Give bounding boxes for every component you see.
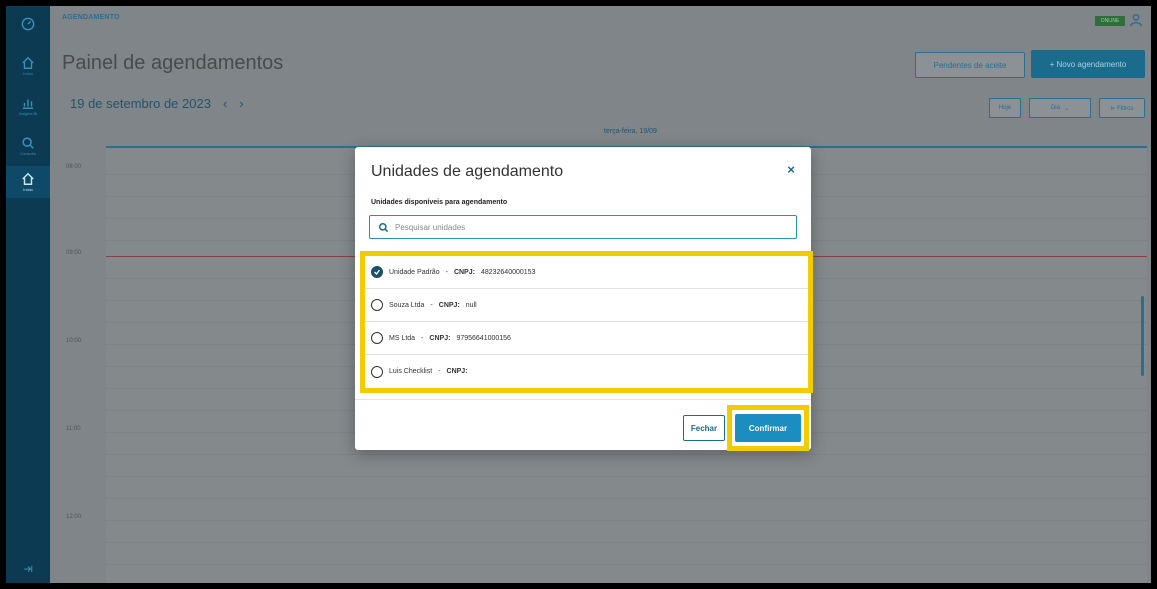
sidebar-item-insights[interactable]: Insights BI: [6, 90, 50, 122]
radio[interactable]: [371, 299, 383, 311]
check-icon: [374, 269, 381, 275]
fechar-button[interactable]: Fechar: [683, 415, 725, 441]
status-badge: ONLINE: [1095, 16, 1125, 26]
expand-sidebar-button[interactable]: [6, 561, 50, 577]
sidebar-item-label: Consulta: [20, 151, 36, 156]
user-icon[interactable]: [1129, 13, 1143, 27]
list-item[interactable]: Unidade Padrão - CNPJ: 48232640000153: [365, 256, 808, 289]
section-label: Unidades disponíveis para agendamento: [371, 199, 508, 206]
filtros-button[interactable]: ⊳ Filtros: [1099, 98, 1145, 118]
list-item[interactable]: Souza Ltda - CNPJ: null: [365, 289, 808, 322]
search-icon: [22, 137, 34, 149]
sidebar-item-label: Início: [23, 71, 33, 76]
unit-name: Unidade Padrão: [389, 268, 440, 276]
hour-label: 10:00: [66, 338, 82, 344]
expand-icon: [24, 565, 33, 573]
cnpj-value: null: [465, 301, 477, 309]
search-icon: [378, 222, 389, 232]
current-date: 19 de setembro de 2023: [70, 96, 211, 111]
cnpj-value: 97956641000156: [456, 334, 511, 342]
unit-separator: -: [430, 301, 433, 309]
novo-agendamento-button[interactable]: + Novo agendamento: [1031, 50, 1145, 78]
search-input[interactable]: [395, 222, 775, 232]
hour-label: 09:00: [66, 250, 82, 256]
gauge-icon: [21, 17, 35, 31]
sidebar-item-inicio-active[interactable]: Início: [6, 166, 50, 198]
list-item[interactable]: MS Ltda - CNPJ: 97956641000156: [365, 322, 808, 355]
cnpj-label: CNPJ:: [429, 334, 451, 342]
chart-icon: [22, 99, 34, 109]
home-icon: [22, 56, 34, 69]
unidades-modal: Unidades de agendamento × Unidades dispo…: [355, 147, 813, 451]
radio-checked[interactable]: [371, 266, 383, 278]
list-item[interactable]: Luis Checklist - CNPJ:: [365, 355, 808, 388]
radio[interactable]: [371, 332, 383, 344]
scrollbar[interactable]: [1141, 296, 1144, 376]
unit-name: MS Ltda: [389, 334, 416, 342]
sidebar-item-consulta[interactable]: Consulta: [6, 130, 50, 162]
pendentes-button[interactable]: Pendentes de aceite: [915, 52, 1025, 78]
sidebar-item-inicio[interactable]: Início: [6, 50, 50, 82]
unit-name: Luis Checklist: [389, 368, 433, 375]
unit-separator: -: [438, 368, 441, 375]
hoje-button[interactable]: Hoje: [989, 98, 1021, 118]
search-field[interactable]: [369, 215, 797, 239]
unit-name: Souza Ltda: [389, 301, 425, 309]
unit-separator: -: [421, 334, 424, 342]
sidebar-item-dashboard[interactable]: [6, 8, 50, 40]
divider: [355, 399, 811, 400]
view-select[interactable]: Dia ⌄: [1029, 98, 1091, 118]
radio[interactable]: [371, 365, 383, 378]
unit-list: Unidade Padrão - CNPJ: 48232640000153 So…: [365, 256, 808, 388]
day-header: terça-feira, 19/09: [604, 128, 657, 135]
unit-separator: -: [445, 268, 448, 276]
cnpj-value: 48232640000153: [480, 268, 536, 276]
hour-label: 11:00: [66, 426, 81, 432]
chevron-right-icon[interactable]: ›: [239, 96, 243, 111]
cnpj-label: CNPJ:: [446, 368, 468, 375]
breadcrumb: AGENDAMENTO: [62, 14, 120, 21]
close-icon[interactable]: ×: [783, 161, 799, 177]
sidebar-item-label: Insights BI: [18, 111, 38, 116]
cnpj-label: CNPJ:: [453, 268, 475, 276]
modal-title: Unidades de agendamento: [371, 163, 564, 180]
page-title: Painel de agendamentos: [62, 52, 284, 74]
home-icon: [22, 172, 34, 185]
chevron-down-icon: ⌄: [1063, 105, 1070, 112]
view-select-value: Dia: [1050, 105, 1060, 111]
date-navigator: 19 de setembro de 2023 ‹ ›: [70, 96, 244, 111]
cnpj-label: CNPJ:: [438, 301, 460, 309]
hour-label: 08:00: [66, 164, 82, 170]
sidebar-item-label: Início: [23, 187, 33, 192]
confirmar-button[interactable]: Confirmar: [735, 414, 801, 442]
chevron-left-icon[interactable]: ‹: [223, 96, 227, 111]
hour-label: 12:00: [66, 514, 82, 520]
app-window: Início Insights BI Consulta Início AGEND…: [6, 6, 1151, 583]
sidebar: Início Insights BI Consulta Início: [6, 6, 50, 583]
